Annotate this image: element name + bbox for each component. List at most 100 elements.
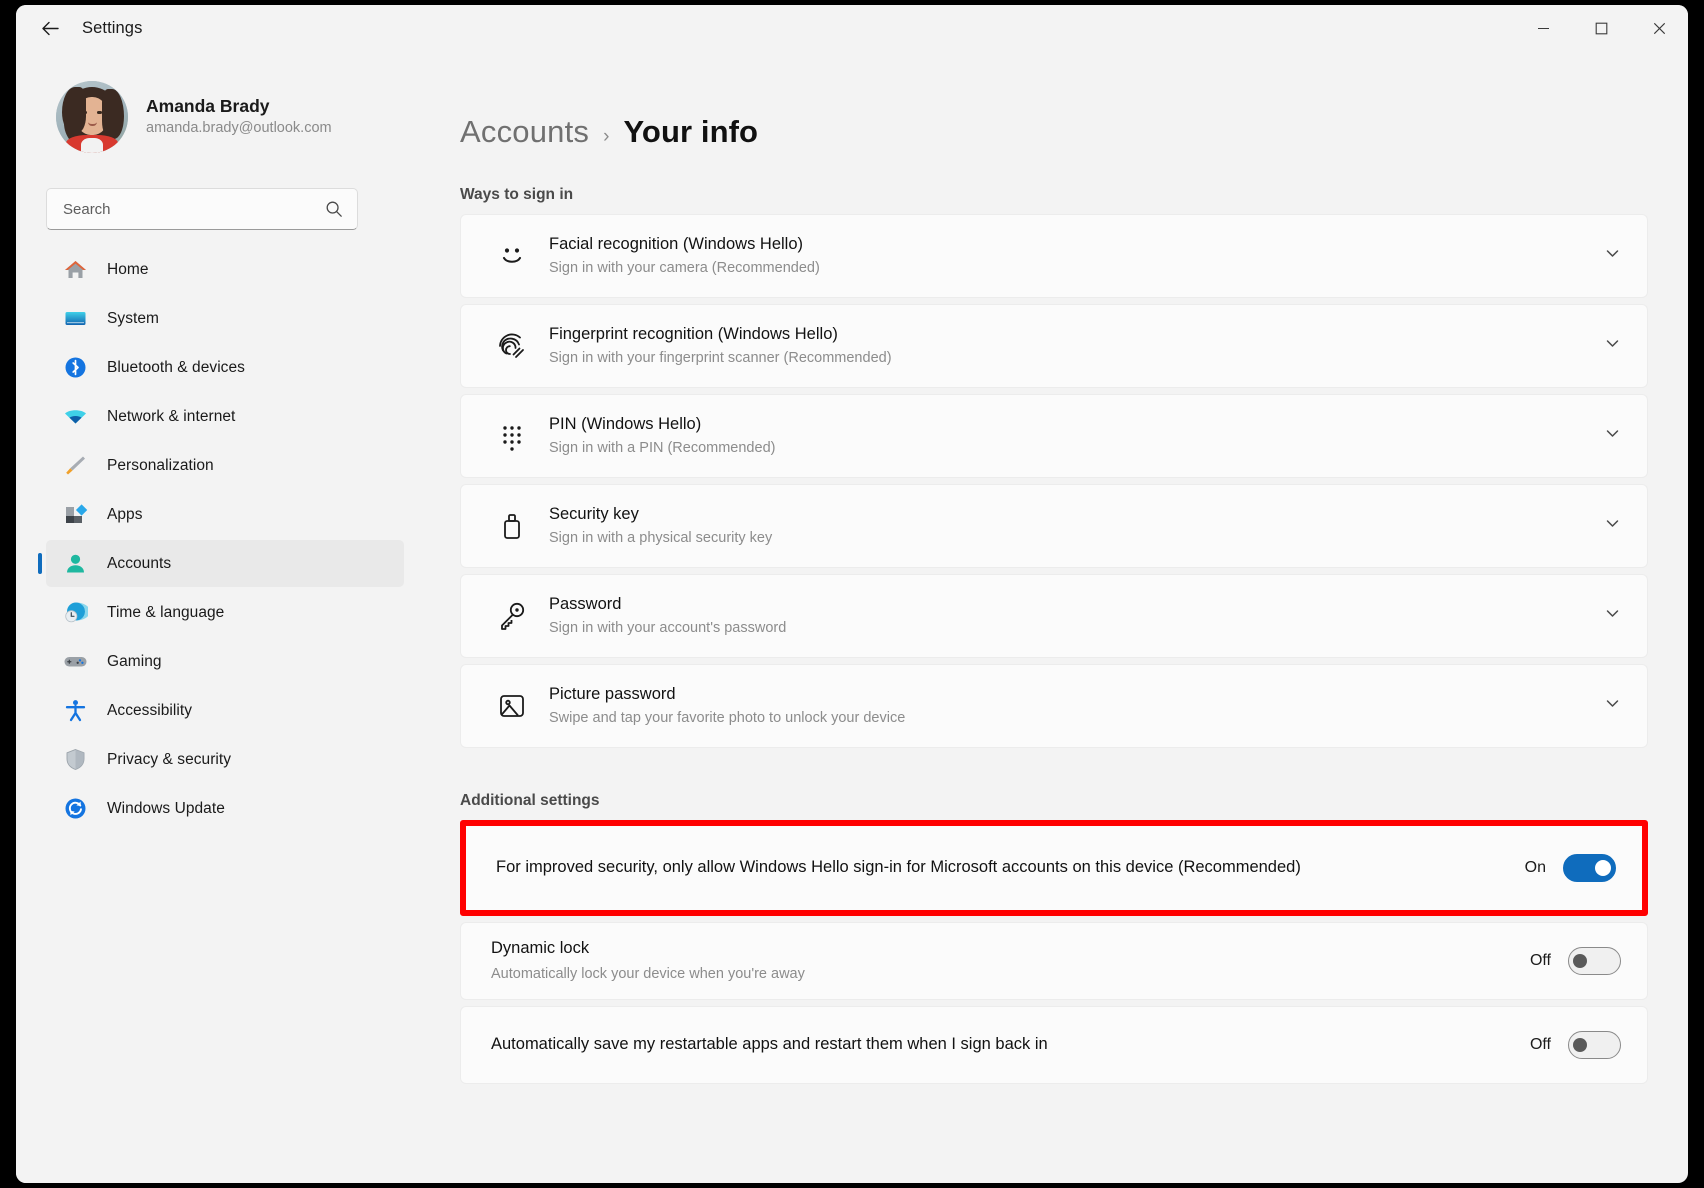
sidebar-item-label: Apps xyxy=(107,506,143,524)
apps-icon xyxy=(61,501,89,529)
profile-email: amanda.brady@outlook.com xyxy=(146,118,332,139)
signin-card-fingerprint-recognition[interactable]: Fingerprint recognition (Windows Hello) … xyxy=(460,304,1648,388)
signin-card-password[interactable]: Password Sign in with your account's pas… xyxy=(460,574,1648,658)
sidebar-item-label: Gaming xyxy=(107,653,162,671)
signin-card-facial-recognition[interactable]: Facial recognition (Windows Hello) Sign … xyxy=(460,214,1648,298)
usb-security-key-icon xyxy=(491,505,533,547)
toggle-state-label: On xyxy=(1525,859,1546,877)
pin-keypad-icon xyxy=(491,415,533,457)
app-title: Settings xyxy=(82,19,142,38)
signin-card-picture-password[interactable]: Picture password Swipe and tap your favo… xyxy=(460,664,1648,748)
chevron-down-icon[interactable] xyxy=(1604,515,1625,537)
card-subtitle: Swipe and tap your favorite photo to unl… xyxy=(549,708,1604,729)
sidebar-item-accounts[interactable]: Accounts xyxy=(46,540,404,587)
toggle-switch-restartable-apps[interactable] xyxy=(1568,1031,1621,1059)
sidebar-item-gaming[interactable]: Gaming xyxy=(46,638,404,685)
profile-header[interactable]: Amanda Brady amanda.brady@outlook.com xyxy=(30,52,404,164)
section-title-ways-to-sign-in: Ways to sign in xyxy=(460,186,1688,204)
search-box[interactable] xyxy=(46,188,358,230)
sidebar-item-label: Network & internet xyxy=(107,408,235,426)
back-arrow-icon xyxy=(40,18,61,39)
card-subtitle: Sign in with your camera (Recommended) xyxy=(549,258,1604,279)
card-title: Security key xyxy=(549,503,1604,525)
setting-row-restartable-apps[interactable]: Automatically save my restartable apps a… xyxy=(460,1006,1648,1084)
sidebar-item-label: Accessibility xyxy=(107,702,192,720)
gamepad-icon xyxy=(61,648,89,676)
wifi-icon xyxy=(61,403,89,431)
shield-icon xyxy=(61,746,89,774)
breadcrumb-separator-icon: › xyxy=(603,126,609,148)
card-subtitle: Sign in with your account's password xyxy=(549,618,1604,639)
card-title: Fingerprint recognition (Windows Hello) xyxy=(549,323,1604,345)
chevron-down-icon[interactable] xyxy=(1604,425,1625,447)
sidebar-item-accessibility[interactable]: Accessibility xyxy=(46,687,404,734)
card-title: Facial recognition (Windows Hello) xyxy=(549,233,1604,255)
maximize-icon xyxy=(1595,22,1608,35)
card-subtitle: Sign in with a PIN (Recommended) xyxy=(549,438,1604,459)
chevron-down-icon[interactable] xyxy=(1604,605,1625,627)
bluetooth-icon xyxy=(61,354,89,382)
sidebar-item-label: Personalization xyxy=(107,457,214,475)
back-button[interactable] xyxy=(28,12,72,46)
card-title: Picture password xyxy=(549,683,1604,705)
avatar xyxy=(56,81,128,153)
sidebar-item-bluetooth[interactable]: Bluetooth & devices xyxy=(46,344,404,391)
sidebar-item-label: Windows Update xyxy=(107,800,225,818)
sidebar-item-windows-update[interactable]: Windows Update xyxy=(46,785,404,832)
sidebar-item-system[interactable]: System xyxy=(46,295,404,342)
chevron-down-icon[interactable] xyxy=(1604,335,1625,357)
sidebar-item-label: Bluetooth & devices xyxy=(107,359,245,377)
row-title: Dynamic lock xyxy=(491,937,1510,960)
sidebar-item-label: Home xyxy=(107,261,149,279)
sidebar-item-time-language[interactable]: Time & language xyxy=(46,589,404,636)
sidebar-item-apps[interactable]: Apps xyxy=(46,491,404,538)
page-title: Your info xyxy=(623,114,758,150)
close-button[interactable] xyxy=(1630,5,1688,52)
setting-row-windows-hello-only[interactable]: For improved security, only allow Window… xyxy=(466,826,1642,910)
profile-name: Amanda Brady xyxy=(146,95,332,118)
sidebar-item-privacy-security[interactable]: Privacy & security xyxy=(46,736,404,783)
breadcrumb-parent[interactable]: Accounts xyxy=(460,114,589,150)
card-subtitle: Sign in with your fingerprint scanner (R… xyxy=(549,348,1604,369)
face-smile-icon xyxy=(491,235,533,277)
sidebar-item-label: Privacy & security xyxy=(107,751,231,769)
home-icon xyxy=(61,256,89,284)
toggle-state-label: Off xyxy=(1530,1036,1551,1054)
highlight-annotation: For improved security, only allow Window… xyxy=(460,820,1648,916)
row-title: Automatically save my restartable apps a… xyxy=(491,1033,1510,1056)
minimize-button[interactable] xyxy=(1514,5,1572,52)
accessibility-icon xyxy=(61,697,89,725)
fingerprint-icon xyxy=(491,325,533,367)
settings-window: Settings Amand xyxy=(16,5,1688,1183)
paintbrush-icon xyxy=(61,452,89,480)
sidebar-item-personalization[interactable]: Personalization xyxy=(46,442,404,489)
sidebar-item-home[interactable]: Home xyxy=(46,246,404,293)
main-content: Accounts › Your info Ways to sign in Fac… xyxy=(420,52,1688,1183)
window-controls xyxy=(1514,5,1688,52)
chevron-down-icon[interactable] xyxy=(1604,695,1625,717)
row-title: For improved security, only allow Window… xyxy=(496,856,1505,879)
card-title: PIN (Windows Hello) xyxy=(549,413,1604,435)
row-subtitle: Automatically lock your device when you'… xyxy=(491,964,1510,985)
sidebar-item-label: Time & language xyxy=(107,604,224,622)
card-subtitle: Sign in with a physical security key xyxy=(549,528,1604,549)
breadcrumb: Accounts › Your info xyxy=(428,52,1688,150)
system-icon xyxy=(61,305,89,333)
chevron-down-icon[interactable] xyxy=(1604,245,1625,267)
toggle-switch-windows-hello-only[interactable] xyxy=(1563,854,1616,882)
sidebar-item-label: System xyxy=(107,310,159,328)
minimize-icon xyxy=(1537,22,1550,35)
sidebar-item-network[interactable]: Network & internet xyxy=(46,393,404,440)
toggle-state-label: Off xyxy=(1530,952,1551,970)
setting-row-dynamic-lock[interactable]: Dynamic lock Automatically lock your dev… xyxy=(460,922,1648,1000)
signin-card-security-key[interactable]: Security key Sign in with a physical sec… xyxy=(460,484,1648,568)
maximize-button[interactable] xyxy=(1572,5,1630,52)
key-icon xyxy=(491,595,533,637)
card-title: Password xyxy=(549,593,1604,615)
toggle-switch-dynamic-lock[interactable] xyxy=(1568,947,1621,975)
sidebar: Amanda Brady amanda.brady@outlook.com xyxy=(16,52,420,1183)
signin-card-pin[interactable]: PIN (Windows Hello) Sign in with a PIN (… xyxy=(460,394,1648,478)
update-icon xyxy=(61,795,89,823)
search-input[interactable] xyxy=(63,201,325,218)
section-title-additional-settings: Additional settings xyxy=(460,792,1688,810)
